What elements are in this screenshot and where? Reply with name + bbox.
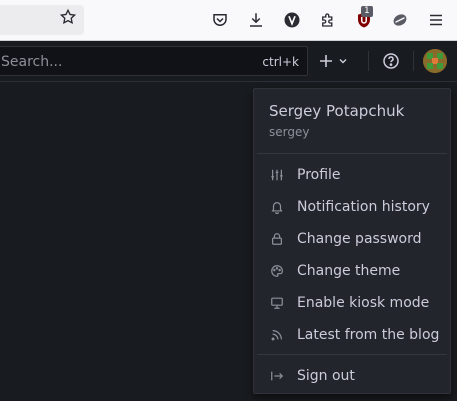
monitor-icon <box>269 295 285 311</box>
menu-item-label: Latest from the blog <box>297 327 440 343</box>
menu-item-label: Enable kiosk mode <box>297 295 430 311</box>
pocket-icon[interactable] <box>210 10 230 30</box>
browser-toolbar: 1 <box>0 0 457 41</box>
menu-divider <box>257 153 447 154</box>
menu-item-profile[interactable]: Profile <box>257 161 447 189</box>
extension-badge-count: 1 <box>361 6 373 17</box>
menu-item-label: Change theme <box>297 263 401 279</box>
search-placeholder: Search... <box>1 54 63 70</box>
user-menu-dropdown: Sergey Potapchuk sergey Profile Notifica… <box>253 88 451 394</box>
search-shortcut-hint: ctrl+k <box>262 55 299 69</box>
plus-icon <box>320 55 332 67</box>
menu-item-notification-history[interactable]: Notification history <box>257 193 447 221</box>
bell-icon <box>269 199 285 215</box>
user-login: sergey <box>269 125 310 139</box>
sign-out-icon <box>269 368 285 384</box>
search-input[interactable]: Search... ctrl+k <box>0 46 308 76</box>
rss-icon <box>269 327 285 343</box>
menu-divider <box>257 354 447 355</box>
lock-icon <box>269 231 285 247</box>
avatar[interactable] <box>423 49 447 73</box>
user-name: Sergey Potapchuk <box>269 102 405 120</box>
menu-item-label: Sign out <box>297 368 355 384</box>
menu-item-change-password[interactable]: Change password <box>257 225 447 253</box>
app-top-bar: Search... ctrl+k <box>0 41 457 82</box>
menu-item-label: Notification history <box>297 199 430 215</box>
palette-icon <box>269 263 285 279</box>
menu-item-change-theme[interactable]: Change theme <box>257 257 447 285</box>
help-icon[interactable] <box>381 51 401 71</box>
new-dropdown-button[interactable] <box>318 49 358 73</box>
toolbar-divider <box>413 51 414 71</box>
menu-item-sign-out[interactable]: Sign out <box>257 362 447 390</box>
chevron-down-icon <box>339 59 347 64</box>
privacy-badger-icon[interactable] <box>390 10 410 30</box>
downloads-icon[interactable] <box>246 10 266 30</box>
extensions-puzzle-icon[interactable] <box>318 10 338 30</box>
menu-item-latest-from-blog[interactable]: Latest from the blog <box>257 321 447 349</box>
hamburger-menu-icon[interactable] <box>426 10 446 30</box>
vpn-extension-icon[interactable] <box>282 10 302 30</box>
toolbar-divider <box>368 51 369 71</box>
bookmark-star-icon[interactable] <box>59 8 77 26</box>
menu-item-enable-kiosk-mode[interactable]: Enable kiosk mode <box>257 289 447 317</box>
menu-item-label: Change password <box>297 231 422 247</box>
menu-item-label: Profile <box>297 167 341 183</box>
sliders-icon <box>269 167 285 183</box>
